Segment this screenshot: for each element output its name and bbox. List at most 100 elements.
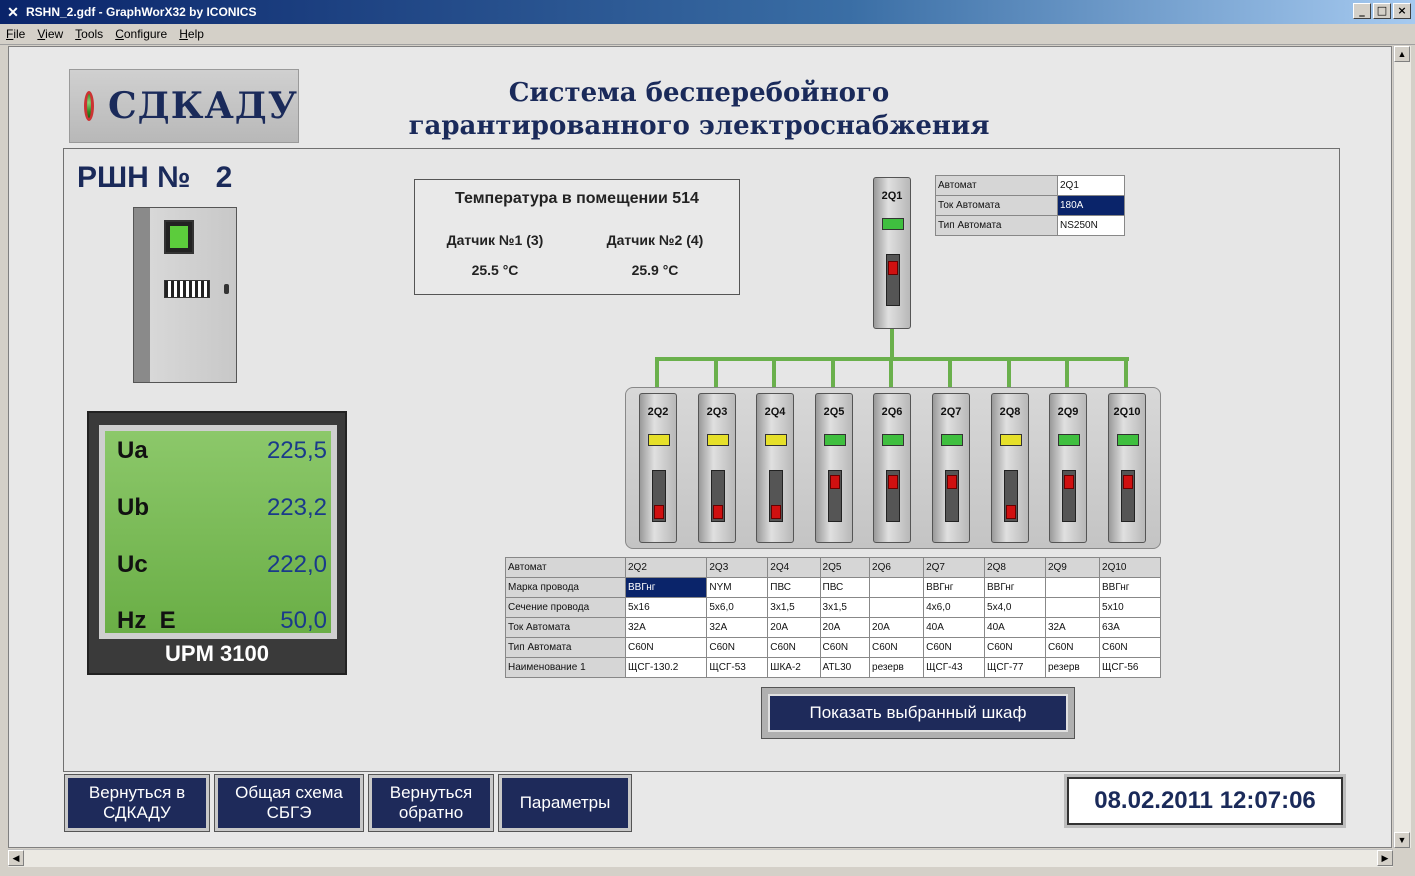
- scroll-up-icon[interactable]: ▲: [1394, 46, 1410, 62]
- table-cell[interactable]: 3х1,5: [819, 597, 871, 618]
- breaker-2q7[interactable]: 2Q7: [932, 393, 970, 543]
- table-cell[interactable]: 3х1,5: [767, 597, 821, 618]
- breaker-2q2[interactable]: 2Q2: [639, 393, 677, 543]
- close-button[interactable]: ×: [1393, 3, 1411, 19]
- menu-help[interactable]: Help: [179, 27, 204, 41]
- breaker-status-led-icon: [1058, 434, 1080, 446]
- table-cell[interactable]: ЩСГ-77: [984, 657, 1046, 678]
- table-cell[interactable]: 40А: [984, 617, 1046, 638]
- breaker-lever-icon[interactable]: [713, 505, 723, 519]
- params-button[interactable]: Параметры: [498, 774, 632, 832]
- table-cell[interactable]: C60N: [869, 637, 925, 658]
- show-cabinet-button[interactable]: Показать выбранный шкаф: [761, 687, 1075, 739]
- table-cell[interactable]: C60N: [984, 637, 1046, 658]
- table-cell[interactable]: C60N: [767, 637, 821, 658]
- table-cell[interactable]: [869, 577, 925, 598]
- table-cell[interactable]: 4х6,0: [923, 597, 986, 618]
- vertical-scrollbar[interactable]: ▲ ▼: [1393, 46, 1411, 848]
- table-cell[interactable]: 20А: [819, 617, 871, 638]
- breaker-2q4[interactable]: 2Q4: [756, 393, 794, 543]
- go-back-button[interactable]: Вернуться обратно: [368, 774, 494, 832]
- breaker-2q1[interactable]: 2Q1: [873, 177, 911, 329]
- sdkadu-logo[interactable]: СДКАДУ: [69, 69, 299, 143]
- table-cell[interactable]: 2Q4: [767, 557, 821, 578]
- table-cell[interactable]: 32А: [624, 617, 708, 638]
- breaker-lever-icon[interactable]: [888, 261, 898, 275]
- table-cell[interactable]: резерв: [869, 657, 925, 678]
- table-cell[interactable]: 2Q7: [923, 557, 986, 578]
- title-bar: ✕ RSHN_2.gdf - GraphWorX32 by ICONICS _ …: [0, 0, 1415, 24]
- info-value[interactable]: 2Q1: [1057, 175, 1125, 196]
- table-cell[interactable]: 2Q2: [624, 557, 708, 578]
- breaker-lever-icon[interactable]: [1123, 475, 1133, 489]
- table-cell[interactable]: АТL30: [819, 657, 871, 678]
- table-cell[interactable]: 2Q6: [869, 557, 925, 578]
- app-window: ✕ RSHN_2.gdf - GraphWorX32 by ICONICS _ …: [0, 0, 1415, 876]
- scroll-right-icon[interactable]: ▶: [1377, 850, 1393, 866]
- breaker-lever-icon[interactable]: [771, 505, 781, 519]
- menu-view[interactable]: View: [37, 27, 63, 41]
- table-cell[interactable]: ЩСГ-130.2: [624, 657, 708, 678]
- table-cell[interactable]: 32А: [706, 617, 769, 638]
- scroll-down-icon[interactable]: ▼: [1394, 832, 1410, 848]
- breaker-lever-icon[interactable]: [888, 475, 898, 489]
- table-cell[interactable]: 20А: [869, 617, 925, 638]
- table-cell[interactable]: ЩСГ-53: [706, 657, 769, 678]
- table-cell[interactable]: 63А: [1099, 617, 1161, 638]
- breaker-lever-icon[interactable]: [1006, 505, 1016, 519]
- breaker-2q5[interactable]: 2Q5: [815, 393, 853, 543]
- table-cell[interactable]: C60N: [624, 637, 708, 658]
- breaker-2q9[interactable]: 2Q9: [1049, 393, 1087, 543]
- table-cell[interactable]: резерв: [1044, 657, 1101, 678]
- horizontal-scrollbar[interactable]: ◀ ▶: [8, 849, 1393, 867]
- table-cell[interactable]: 40А: [923, 617, 986, 638]
- table-cell[interactable]: [1044, 577, 1101, 598]
- table-cell[interactable]: ЩСГ-43: [923, 657, 986, 678]
- menu-file[interactable]: File: [6, 27, 25, 41]
- table-cell[interactable]: ВВГнг: [624, 577, 708, 598]
- table-cell[interactable]: 5х16: [624, 597, 708, 618]
- table-cell[interactable]: 20А: [767, 617, 821, 638]
- breaker-lever-icon[interactable]: [1064, 475, 1074, 489]
- breaker-2q3[interactable]: 2Q3: [698, 393, 736, 543]
- breaker-lever-icon[interactable]: [654, 505, 664, 519]
- table-cell[interactable]: C60N: [1099, 637, 1161, 658]
- table-cell[interactable]: ЩСГ-56: [1099, 657, 1161, 678]
- table-cell[interactable]: 2Q3: [706, 557, 769, 578]
- table-cell[interactable]: 2Q9: [1044, 557, 1101, 578]
- scroll-left-icon[interactable]: ◀: [8, 850, 24, 866]
- breaker-lever-icon[interactable]: [947, 475, 957, 489]
- table-cell[interactable]: 5х10: [1099, 597, 1161, 618]
- back-to-sdkadu-button[interactable]: Вернуться в СДКАДУ: [64, 774, 210, 832]
- table-cell[interactable]: C60N: [706, 637, 769, 658]
- info-value[interactable]: NS250N: [1057, 215, 1125, 236]
- table-cell[interactable]: 2Q8: [984, 557, 1046, 578]
- info-value[interactable]: 180A: [1057, 195, 1125, 216]
- menu-configure[interactable]: Configure: [115, 27, 167, 41]
- table-cell[interactable]: NYM: [706, 577, 769, 598]
- table-cell[interactable]: ШКА-2: [767, 657, 821, 678]
- table-cell[interactable]: 5х6,0: [706, 597, 769, 618]
- breaker-lever-icon[interactable]: [830, 475, 840, 489]
- table-cell[interactable]: ПВС: [767, 577, 821, 598]
- table-cell[interactable]: [869, 597, 925, 618]
- table-cell[interactable]: C60N: [1044, 637, 1101, 658]
- table-cell[interactable]: [1044, 597, 1101, 618]
- table-cell[interactable]: C60N: [923, 637, 986, 658]
- breaker-2q8[interactable]: 2Q8: [991, 393, 1029, 543]
- table-cell[interactable]: ВВГнг: [923, 577, 986, 598]
- table-cell[interactable]: 32А: [1044, 617, 1101, 638]
- table-cell[interactable]: C60N: [819, 637, 871, 658]
- maximize-button[interactable]: □: [1373, 3, 1391, 19]
- minimize-button[interactable]: _: [1353, 3, 1371, 19]
- general-scheme-button[interactable]: Общая схема СБГЭ: [214, 774, 364, 832]
- table-cell[interactable]: 5х4,0: [984, 597, 1046, 618]
- menu-tools[interactable]: Tools: [75, 27, 103, 41]
- breaker-2q10[interactable]: 2Q10: [1108, 393, 1146, 543]
- breaker-2q6[interactable]: 2Q6: [873, 393, 911, 543]
- table-cell[interactable]: 2Q10: [1099, 557, 1161, 578]
- table-cell[interactable]: ВВГнг: [984, 577, 1046, 598]
- table-cell[interactable]: ВВГнг: [1099, 577, 1161, 598]
- table-cell[interactable]: 2Q5: [819, 557, 871, 578]
- table-cell[interactable]: ПВС: [819, 577, 871, 598]
